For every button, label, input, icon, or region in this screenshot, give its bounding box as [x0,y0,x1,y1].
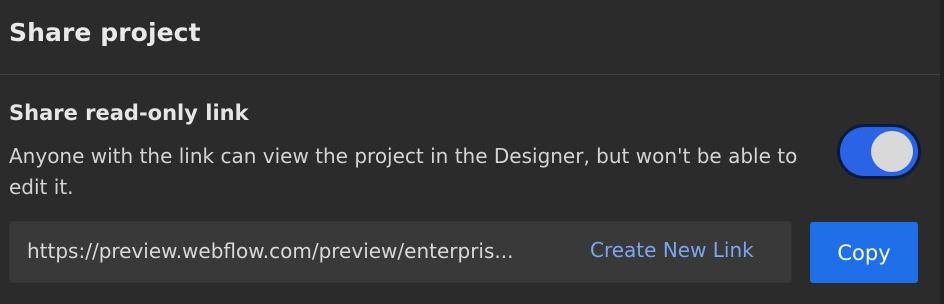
share-readonly-toggle[interactable] [837,124,921,179]
dialog-title: Share project [9,18,201,47]
share-link-field[interactable]: https://preview.webflow.com/preview/ente… [9,221,792,283]
share-link-url[interactable]: https://preview.webflow.com/preview/ente… [27,239,587,263]
window-edge [940,0,944,304]
share-readonly-heading: Share read-only link [9,101,249,125]
create-new-link-button[interactable]: Create New Link [590,238,754,262]
toggle-knob [871,131,913,172]
share-readonly-description: Anyone with the link can view the projec… [9,144,798,199]
copy-button[interactable]: Copy [810,222,918,283]
toggle-track [840,127,918,176]
dialog-header: Share project [0,0,940,75]
